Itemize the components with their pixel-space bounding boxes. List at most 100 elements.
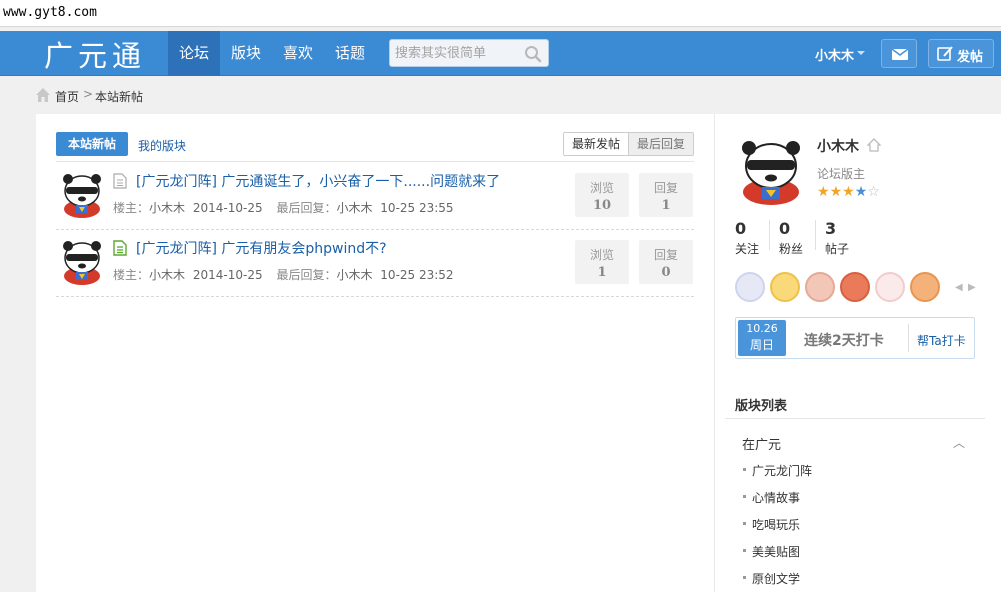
tab-new-posts[interactable]: 本站新帖	[56, 132, 128, 156]
profile-role: 论坛版主	[817, 167, 866, 181]
messages-button[interactable]	[881, 39, 917, 68]
replies-box: 回复 1	[639, 173, 693, 217]
board-list-item[interactable]: 心情故事	[743, 489, 800, 506]
board-list-divider	[725, 418, 985, 419]
search-box	[389, 39, 549, 67]
board-name: 原创文学	[752, 572, 801, 586]
search-input[interactable]	[390, 40, 520, 66]
new-post-button[interactable]: 发帖	[928, 39, 994, 68]
thread-title[interactable]: [广元龙门阵] 广元通诞生了，小兴奋了一下......问题就来了	[136, 171, 500, 191]
author-name[interactable]: 小木木	[149, 268, 185, 282]
nav-boards[interactable]: 版块	[220, 31, 272, 76]
board-category[interactable]: 在广元	[742, 434, 781, 453]
checkin-help-button[interactable]: 帮Ta打卡	[917, 332, 966, 349]
bullet-icon	[743, 522, 746, 525]
views-count: 1	[597, 265, 607, 280]
nav-likes[interactable]: 喜欢	[272, 31, 324, 76]
medal-icon[interactable]	[840, 272, 870, 302]
thread-title[interactable]: [广元龙门阵] 广元有朋友会phpwind不?	[136, 238, 387, 258]
stat-posts[interactable]: 3 帖子	[825, 219, 849, 257]
thread-meta: 楼主：小木木 2014-10-25 最后回复：小木木 10-25 23:52	[113, 266, 454, 283]
breadcrumb-current[interactable]: 本站新帖	[95, 88, 143, 105]
bullet-icon	[743, 468, 746, 471]
rating-stars: ★★★★☆	[817, 184, 880, 200]
sort-toggle: 最新发帖 最后回复	[563, 132, 694, 156]
stat-divider	[815, 220, 816, 250]
chevron-left-icon[interactable]: ◀	[955, 282, 963, 293]
stat-following-label: 关注	[735, 242, 760, 256]
document-icon	[113, 173, 127, 189]
new-post-label: 发帖	[957, 50, 984, 65]
author-label: 楼主：	[113, 268, 150, 282]
profile-avatar[interactable]	[735, 136, 807, 206]
star-empty-icon: ☆	[867, 184, 880, 200]
views-label: 浏览	[589, 181, 614, 195]
medal-icon[interactable]	[875, 272, 905, 302]
replies-label: 回复	[653, 248, 678, 262]
avatar[interactable]	[58, 171, 106, 219]
board-list-item[interactable]: 吃喝玩乐	[743, 516, 800, 533]
star-icon: ★	[854, 184, 868, 200]
board-name: 吃喝玩乐	[752, 518, 801, 532]
homepage-icon[interactable]	[867, 138, 881, 152]
edit-icon	[937, 46, 953, 61]
stat-fans-value: 0	[779, 219, 791, 238]
star-icon: ★	[817, 184, 830, 200]
url-text: www.gyt8.com	[3, 5, 97, 20]
breadcrumb-separator: >	[83, 87, 94, 101]
last-reply-user[interactable]: 小木木	[336, 268, 372, 282]
stat-posts-value: 3	[825, 219, 837, 238]
board-list-item[interactable]: 美美贴图	[743, 543, 800, 560]
replies-box: 回复 0	[639, 240, 693, 284]
tab-divider	[56, 161, 694, 162]
board-name: 广元龙门阵	[752, 464, 813, 478]
top-navigation: 广元通 论坛 版块 喜欢 话题 小木木 发帖	[0, 31, 1001, 76]
stat-fans[interactable]: 0 粉丝	[779, 219, 803, 257]
views-box: 浏览 10	[575, 173, 629, 217]
bullet-icon	[743, 495, 746, 498]
avatar[interactable]	[58, 238, 106, 286]
thread-meta: 楼主：小木木 2014-10-25 最后回复：小木木 10-25 23:55	[113, 199, 454, 216]
tab-my-boards[interactable]: 我的版块	[138, 137, 186, 154]
checkin-streak: 连续2天打卡	[804, 333, 884, 349]
search-icon[interactable]	[524, 45, 542, 63]
document-green-icon	[113, 240, 127, 256]
checkin-divider	[908, 324, 909, 352]
medal-icon[interactable]	[770, 272, 800, 302]
board-list-item[interactable]: 广元龙门阵	[743, 462, 812, 479]
medal-icon[interactable]	[805, 272, 835, 302]
sort-latest-post[interactable]: 最新发帖	[564, 133, 628, 155]
nav-topics[interactable]: 话题	[324, 31, 376, 76]
views-box: 浏览 1	[575, 240, 629, 284]
last-reply-user[interactable]: 小木木	[336, 201, 372, 215]
nav-forum[interactable]: 论坛	[168, 31, 220, 76]
chevron-right-icon[interactable]: ▶	[968, 282, 976, 293]
chevron-down-icon[interactable]	[857, 51, 865, 55]
post-date: 2014-10-25	[192, 201, 263, 215]
breadcrumb-home[interactable]: 首页	[55, 88, 79, 105]
profile-name[interactable]: 小木木	[817, 136, 859, 156]
post-date: 2014-10-25	[192, 268, 263, 282]
medal-icon[interactable]	[910, 272, 940, 302]
user-menu[interactable]: 小木木	[815, 45, 854, 64]
home-icon[interactable]	[35, 87, 51, 103]
replies-count: 0	[661, 265, 671, 280]
star-icon: ★	[829, 184, 843, 200]
star-icon: ★	[842, 184, 855, 200]
site-logo[interactable]: 广元通	[44, 33, 146, 75]
stat-following-value: 0	[735, 219, 747, 238]
bullet-icon	[743, 576, 746, 579]
stat-following[interactable]: 0 关注	[735, 219, 759, 257]
medal-list: ◀ ▶	[735, 272, 995, 302]
author-name[interactable]: 小木木	[149, 201, 185, 215]
browser-url-bar[interactable]: www.gyt8.com	[0, 0, 1001, 27]
thread-row: [广元龙门阵] 广元通诞生了，小兴奋了一下......问题就来了 楼主：小木木 …	[56, 163, 694, 230]
profile-sidebar: 小木木 论坛版主 ★★★★☆ 0 关注 0 粉丝 3 帖子 ◀ ▶ 10.26 …	[714, 114, 1001, 592]
sort-latest-reply[interactable]: 最后回复	[628, 133, 693, 155]
medal-icon[interactable]	[735, 272, 765, 302]
views-count: 10	[592, 198, 612, 213]
board-list-item[interactable]: 原创文学	[743, 570, 800, 587]
board-name: 美美贴图	[752, 545, 801, 559]
chevron-up-icon[interactable]: ︿	[953, 434, 965, 451]
bullet-icon	[743, 549, 746, 552]
